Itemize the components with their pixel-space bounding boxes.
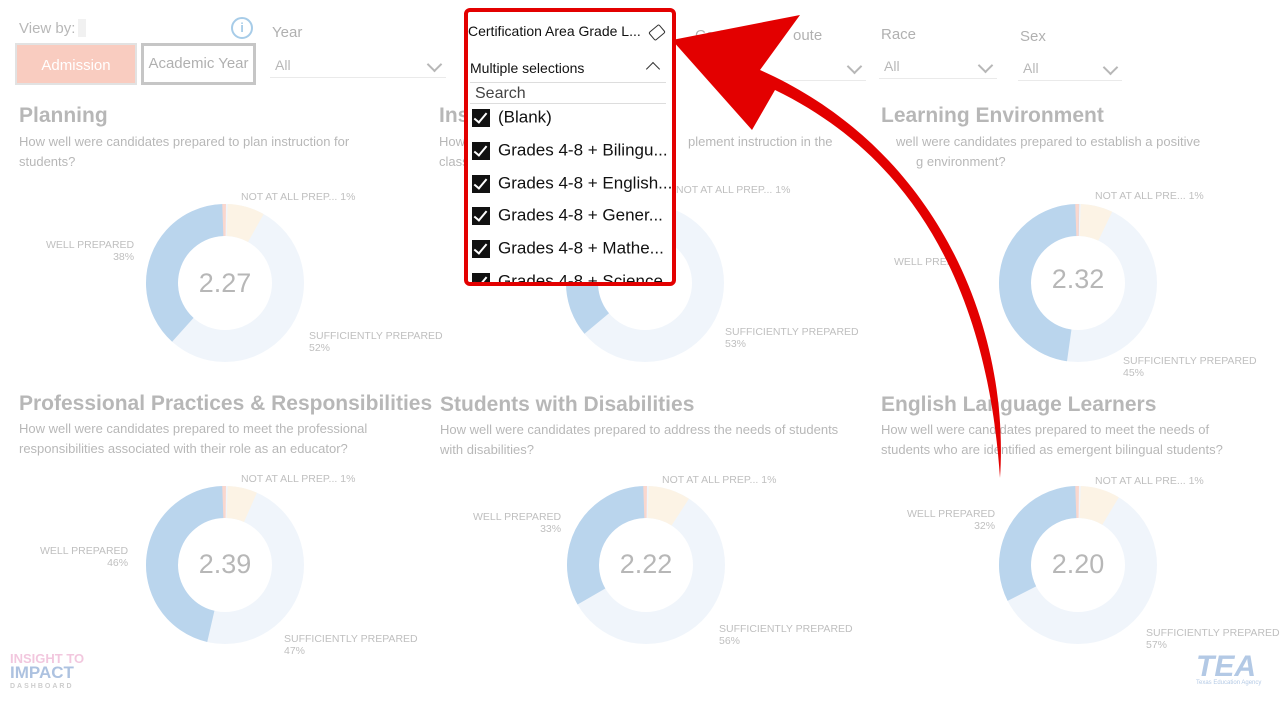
dropdown-option[interactable]: Grades 4-8 + Mathe... [472, 238, 672, 268]
checkbox-checked-icon[interactable] [472, 239, 490, 258]
certification-area-dropdown[interactable]: Certification Area Grade L... Multiple s… [464, 8, 676, 286]
dropdown-option[interactable]: Grades 4-8 + Gener... [472, 205, 672, 235]
dropdown-option[interactable]: Grades 4-8 + Bilingu... [472, 140, 672, 170]
dropdown-search-input[interactable]: Search [470, 82, 666, 104]
dropdown-option[interactable]: (Blank) [472, 107, 672, 137]
chevron-up-icon[interactable] [645, 61, 661, 77]
checkbox-checked-icon[interactable] [472, 206, 490, 225]
dropdown-mode[interactable]: Multiple selections [470, 60, 584, 76]
dropdown-title: Certification Area Grade L... [468, 23, 641, 39]
checkbox-checked-icon[interactable] [472, 272, 490, 282]
checkbox-checked-icon[interactable] [472, 141, 490, 160]
dropdown-option[interactable]: Grades 4-8 + English... [472, 173, 672, 203]
checkbox-checked-icon[interactable] [472, 108, 490, 127]
checkbox-checked-icon[interactable] [472, 174, 490, 193]
dropdown-option[interactable]: Grades 4-8 + Science [472, 271, 672, 282]
